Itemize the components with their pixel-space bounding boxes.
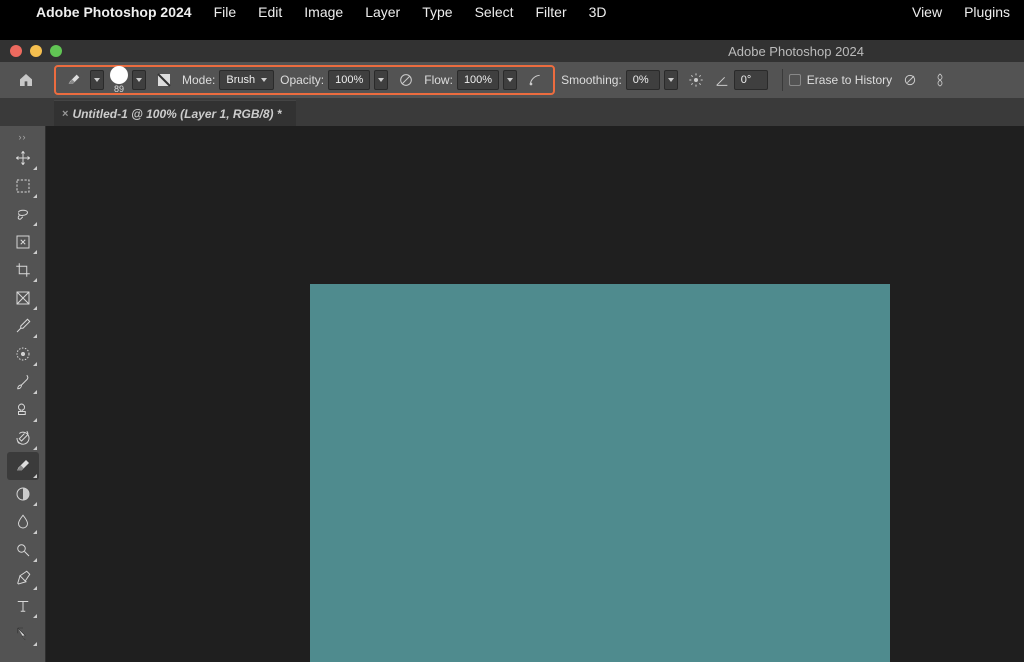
- move-tool[interactable]: [7, 144, 39, 172]
- mode-label: Mode:: [182, 73, 215, 87]
- window-titlebar: Adobe Photoshop 2024: [0, 40, 1024, 62]
- erase-history-label: Erase to History: [807, 73, 892, 87]
- frame-tool[interactable]: [7, 284, 39, 312]
- window-controls: [0, 45, 62, 57]
- clone-stamp-tool[interactable]: [7, 396, 39, 424]
- opacity-label: Opacity:: [280, 73, 324, 87]
- path-selection-tool[interactable]: [7, 620, 39, 648]
- mode-select[interactable]: Brush: [219, 70, 274, 90]
- brush-picker-dropdown[interactable]: [132, 70, 146, 90]
- menubar-item-3d[interactable]: 3D: [589, 4, 607, 20]
- brush-tip-icon: [110, 66, 128, 84]
- workspace: ››: [0, 126, 1024, 662]
- tool-preset-dropdown[interactable]: [90, 70, 104, 90]
- symmetry-button[interactable]: [928, 68, 952, 92]
- menubar-item-view[interactable]: View: [912, 4, 942, 20]
- flow-field[interactable]: 100%: [457, 70, 499, 90]
- smoothing-options-button[interactable]: [684, 68, 708, 92]
- menubar-item-layer[interactable]: Layer: [365, 4, 400, 20]
- brush-preview[interactable]: 89: [110, 66, 128, 94]
- options-highlight: 89 Mode: Brush Opacity: 100%: [54, 65, 555, 95]
- pen-tool[interactable]: [7, 564, 39, 592]
- document-tab-bar: × Untitled-1 @ 100% (Layer 1, RGB/8) *: [0, 98, 1024, 126]
- macos-menubar: Adobe Photoshop 2024 File Edit Image Lay…: [0, 0, 1024, 24]
- window-title: Adobe Photoshop 2024: [728, 44, 864, 59]
- menubar-item-edit[interactable]: Edit: [258, 4, 282, 20]
- angle-icon: [714, 72, 730, 88]
- menubar-item-type[interactable]: Type: [422, 4, 452, 20]
- brush-tool[interactable]: [7, 368, 39, 396]
- menubar-item-filter[interactable]: Filter: [536, 4, 567, 20]
- tab-close-icon[interactable]: ×: [62, 108, 68, 120]
- brush-settings-toggle[interactable]: [152, 68, 176, 92]
- object-selection-tool[interactable]: [7, 228, 39, 256]
- menubar-item-plugins[interactable]: Plugins: [964, 4, 1010, 20]
- crop-tool[interactable]: [7, 256, 39, 284]
- window-close-button[interactable]: [10, 45, 22, 57]
- brush-size-value: 89: [114, 85, 124, 94]
- menubar-app-name[interactable]: Adobe Photoshop 2024: [36, 4, 192, 20]
- opacity-field[interactable]: 100%: [328, 70, 370, 90]
- app-window: Adobe Photoshop 2024 89: [0, 40, 1024, 662]
- options-bar: 89 Mode: Brush Opacity: 100%: [0, 62, 1024, 98]
- menubar-item-file[interactable]: File: [214, 4, 237, 20]
- smoothing-label: Smoothing:: [561, 73, 622, 87]
- gradient-tool[interactable]: [7, 480, 39, 508]
- smoothing-dropdown[interactable]: [664, 70, 678, 90]
- menubar-item-image[interactable]: Image: [304, 4, 343, 20]
- blur-tool[interactable]: [7, 508, 39, 536]
- document-canvas[interactable]: [310, 284, 890, 662]
- dodge-tool[interactable]: [7, 536, 39, 564]
- erase-history-checkbox[interactable]: [789, 74, 801, 86]
- airbrush-toggle[interactable]: [523, 68, 547, 92]
- type-tool[interactable]: [7, 592, 39, 620]
- flow-label: Flow:: [424, 73, 453, 87]
- flow-dropdown[interactable]: [503, 70, 517, 90]
- angle-field[interactable]: 0°: [734, 70, 768, 90]
- document-tab[interactable]: × Untitled-1 @ 100% (Layer 1, RGB/8) *: [54, 100, 296, 126]
- eyedropper-tool[interactable]: [7, 312, 39, 340]
- window-zoom-button[interactable]: [50, 45, 62, 57]
- spot-healing-tool[interactable]: [7, 340, 39, 368]
- canvas-area[interactable]: [46, 126, 1024, 662]
- tool-preset-picker[interactable]: [62, 68, 86, 92]
- marquee-tool[interactable]: [7, 172, 39, 200]
- pressure-size-toggle[interactable]: [898, 68, 922, 92]
- lasso-tool[interactable]: [7, 200, 39, 228]
- window-minimize-button[interactable]: [30, 45, 42, 57]
- history-brush-tool[interactable]: [7, 424, 39, 452]
- document-tab-label: Untitled-1 @ 100% (Layer 1, RGB/8) *: [72, 107, 281, 121]
- home-button[interactable]: [14, 68, 38, 92]
- menubar-item-select[interactable]: Select: [475, 4, 514, 20]
- tools-panel-expander[interactable]: ››: [0, 130, 45, 144]
- eraser-tool[interactable]: [7, 452, 39, 480]
- pressure-opacity-toggle[interactable]: [394, 68, 418, 92]
- smoothing-field[interactable]: 0%: [626, 70, 660, 90]
- opacity-dropdown[interactable]: [374, 70, 388, 90]
- tools-panel: ››: [0, 126, 46, 662]
